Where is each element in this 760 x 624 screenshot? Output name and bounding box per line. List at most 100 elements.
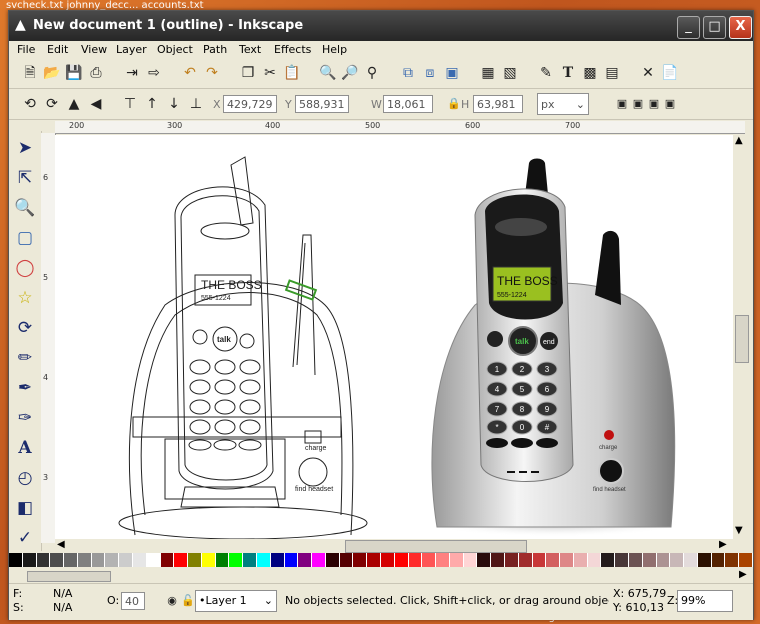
save-icon[interactable]: 💾 bbox=[65, 64, 83, 82]
drawing-canvas[interactable]: THE BOSS 555-1224 talk charge find heads… bbox=[55, 135, 733, 539]
ellipse-tool-icon[interactable]: ◯ bbox=[14, 257, 36, 279]
color-swatch[interactable] bbox=[64, 553, 78, 567]
color-swatch[interactable] bbox=[50, 553, 65, 567]
color-swatch[interactable] bbox=[463, 553, 478, 567]
color-swatch[interactable] bbox=[546, 553, 561, 567]
vertical-ruler[interactable]: 6 5 4 3 bbox=[41, 133, 56, 543]
color-swatch[interactable] bbox=[9, 553, 23, 567]
color-swatch[interactable] bbox=[201, 553, 216, 567]
dropper-tool-icon[interactable]: ✓ bbox=[14, 527, 36, 549]
menu-file[interactable]: File bbox=[17, 43, 35, 56]
height-field[interactable]: 63,981 bbox=[473, 95, 523, 113]
import-icon[interactable]: ⇥ bbox=[123, 64, 141, 82]
horizontal-scroll-thumb[interactable] bbox=[345, 540, 527, 553]
scroll-up-icon[interactable]: ▲ bbox=[735, 135, 743, 146]
color-swatch[interactable] bbox=[656, 553, 671, 567]
color-swatch[interactable] bbox=[394, 553, 409, 567]
color-swatch[interactable] bbox=[215, 553, 230, 567]
color-swatch[interactable] bbox=[670, 553, 685, 567]
color-swatch[interactable] bbox=[243, 553, 257, 567]
color-swatch[interactable] bbox=[188, 553, 202, 567]
color-swatch[interactable] bbox=[174, 553, 189, 567]
color-swatch[interactable] bbox=[601, 553, 616, 567]
color-swatch[interactable] bbox=[367, 553, 381, 567]
zoom-drawing-icon[interactable]: 🔎 bbox=[341, 64, 359, 82]
color-swatch[interactable] bbox=[284, 553, 299, 567]
palette-scroll-thumb[interactable] bbox=[27, 571, 111, 582]
align-distribute-icon[interactable]: ▤ bbox=[603, 64, 621, 82]
color-swatch[interactable] bbox=[133, 553, 147, 567]
spiral-tool-icon[interactable]: ⟳ bbox=[14, 317, 36, 339]
color-swatch[interactable] bbox=[298, 553, 313, 567]
preferences-icon[interactable]: ✕ bbox=[639, 64, 657, 82]
color-swatch[interactable] bbox=[518, 553, 533, 567]
menu-help[interactable]: Help bbox=[322, 43, 347, 56]
color-swatch[interactable] bbox=[77, 553, 92, 567]
unit-select[interactable]: px ⌄ bbox=[537, 93, 589, 115]
menu-effects[interactable]: Effects bbox=[274, 43, 311, 56]
color-swatch[interactable] bbox=[91, 553, 106, 567]
color-swatch[interactable] bbox=[684, 553, 698, 567]
fill-stroke-icon[interactable]: ✎ bbox=[537, 64, 555, 82]
color-swatch[interactable] bbox=[422, 553, 437, 567]
document-properties-icon[interactable]: 📄 bbox=[661, 64, 679, 82]
new-document-icon[interactable]: 🗎 bbox=[21, 64, 39, 82]
color-swatch[interactable] bbox=[739, 553, 753, 567]
opacity-field[interactable]: 40 bbox=[121, 592, 145, 610]
vertical-scrollbar[interactable]: ▲ ▼ bbox=[733, 135, 749, 539]
clone-icon[interactable]: ⧈ bbox=[421, 64, 439, 82]
color-swatch[interactable] bbox=[725, 553, 740, 567]
color-swatch[interactable] bbox=[491, 553, 505, 567]
lower-to-bottom-icon[interactable]: ⊥ bbox=[187, 95, 205, 113]
color-swatch[interactable] bbox=[697, 553, 712, 567]
horizontal-scrollbar[interactable]: ◀ ▶ bbox=[55, 539, 733, 553]
color-swatch[interactable] bbox=[146, 553, 161, 567]
zoom-page-icon[interactable]: ⚲ bbox=[363, 64, 381, 82]
color-swatch[interactable] bbox=[642, 553, 657, 567]
y-field[interactable]: 588,931 bbox=[295, 95, 349, 113]
raise-to-top-icon[interactable]: ⊤ bbox=[121, 95, 139, 113]
rectangle-tool-icon[interactable]: ▢ bbox=[14, 227, 36, 249]
palette-scroll-right-icon[interactable]: ▶ bbox=[739, 569, 747, 580]
color-swatch[interactable] bbox=[22, 553, 37, 567]
menu-view[interactable]: View bbox=[81, 43, 107, 56]
color-swatch[interactable] bbox=[119, 553, 133, 567]
color-swatch[interactable] bbox=[587, 553, 602, 567]
raise-icon[interactable]: ↑ bbox=[143, 95, 161, 113]
open-folder-icon[interactable]: 📂 bbox=[43, 64, 61, 82]
zoom-tool-icon[interactable]: 🔍 bbox=[14, 197, 36, 219]
fill-indicator[interactable]: N/A bbox=[53, 587, 72, 600]
color-swatch[interactable] bbox=[449, 553, 464, 567]
menu-path[interactable]: Path bbox=[203, 43, 227, 56]
color-swatch[interactable] bbox=[436, 553, 450, 567]
group-icon[interactable]: ▦ bbox=[479, 64, 497, 82]
print-icon[interactable]: ⎙ bbox=[87, 64, 105, 82]
color-swatch[interactable] bbox=[312, 553, 326, 567]
color-swatch[interactable] bbox=[477, 553, 492, 567]
lower-icon[interactable]: ↓ bbox=[165, 95, 183, 113]
paste-icon[interactable]: 📋 bbox=[283, 64, 301, 82]
gradient-tool-icon[interactable]: ◧ bbox=[14, 497, 36, 519]
minimize-button[interactable]: _ bbox=[677, 16, 700, 39]
color-swatch[interactable] bbox=[629, 553, 643, 567]
color-swatch[interactable] bbox=[36, 553, 51, 567]
calligraphy-tool-icon[interactable]: ✑ bbox=[14, 407, 36, 429]
color-swatch[interactable] bbox=[381, 553, 395, 567]
color-swatch[interactable] bbox=[615, 553, 629, 567]
title-bar[interactable]: ▲ New document 1 (outline) - Inkscape _ … bbox=[9, 11, 753, 41]
maximize-button[interactable]: □ bbox=[703, 16, 726, 39]
zoom-selection-icon[interactable]: 🔍 bbox=[319, 64, 337, 82]
undo-icon[interactable]: ↶ bbox=[181, 64, 199, 82]
menu-layer[interactable]: Layer bbox=[116, 43, 147, 56]
unlink-clone-icon[interactable]: ▣ bbox=[443, 64, 461, 82]
rotate-ccw-icon[interactable]: ⟲ bbox=[21, 95, 39, 113]
color-swatch[interactable] bbox=[353, 553, 368, 567]
flip-horizontal-icon[interactable]: ▲ bbox=[65, 95, 83, 113]
duplicate-icon[interactable]: ⧉ bbox=[399, 64, 417, 82]
redo-icon[interactable]: ↷ bbox=[203, 64, 221, 82]
color-swatch[interactable] bbox=[325, 553, 340, 567]
menu-text[interactable]: Text bbox=[239, 43, 261, 56]
xml-editor-icon[interactable]: ▩ bbox=[581, 64, 599, 82]
export-icon[interactable]: ⇨ bbox=[145, 64, 163, 82]
cut-icon[interactable]: ✂ bbox=[261, 64, 279, 82]
